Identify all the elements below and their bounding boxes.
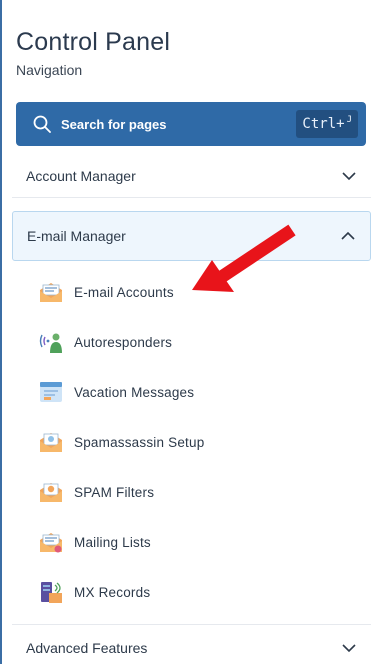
envelope-icon: [40, 283, 62, 302]
divider: [12, 197, 371, 198]
search-bar[interactable]: Search for pages Ctrl+ J: [16, 102, 366, 146]
page-title: Control Panel: [16, 28, 171, 56]
chevron-down-icon: [342, 644, 356, 653]
nav-item-spam-filters[interactable]: SPAM Filters: [38, 474, 338, 510]
autoresponder-icon: [39, 333, 62, 353]
section-advanced-features[interactable]: Advanced Features: [12, 628, 371, 668]
annotation-arrow-icon: [192, 224, 296, 292]
nav-item-label: SPAM Filters: [74, 484, 155, 500]
spamassassin-icon: [40, 433, 62, 452]
nav-item-label: Vacation Messages: [74, 384, 195, 400]
nav-item-label: MX Records: [74, 584, 151, 600]
section-label: Account Manager: [26, 168, 136, 184]
search-placeholder: Search for pages: [61, 117, 167, 132]
nav-item-vacation-messages[interactable]: Vacation Messages: [38, 374, 338, 410]
nav-item-mx-records[interactable]: MX Records: [38, 574, 338, 610]
keyboard-shortcut: Ctrl+ J: [296, 110, 358, 138]
section-label: Advanced Features: [26, 640, 148, 656]
spam-filter-icon: [40, 483, 62, 502]
left-border: [0, 0, 2, 664]
nav-item-label: E-mail Accounts: [74, 284, 174, 300]
page-subtitle: Navigation: [16, 62, 83, 78]
mx-records-icon: [41, 582, 62, 603]
nav-item-mailing-lists[interactable]: Mailing Lists: [38, 524, 338, 560]
chevron-up-icon: [341, 231, 355, 240]
nav-item-label: Autoresponders: [74, 334, 173, 350]
section-label: E-mail Manager: [27, 228, 126, 244]
chevron-down-icon: [342, 172, 356, 181]
search-icon: [33, 115, 51, 133]
nav-item-label: Spamassassin Setup: [74, 434, 205, 450]
vacation-message-icon: [40, 382, 62, 402]
mailing-list-icon: [40, 533, 62, 553]
nav-item-spamassassin-setup[interactable]: Spamassassin Setup: [38, 424, 338, 460]
section-account-manager[interactable]: Account Manager: [12, 156, 371, 196]
nav-item-autoresponders[interactable]: Autoresponders: [38, 324, 338, 360]
nav-item-label: Mailing Lists: [74, 534, 151, 550]
divider: [12, 624, 371, 625]
